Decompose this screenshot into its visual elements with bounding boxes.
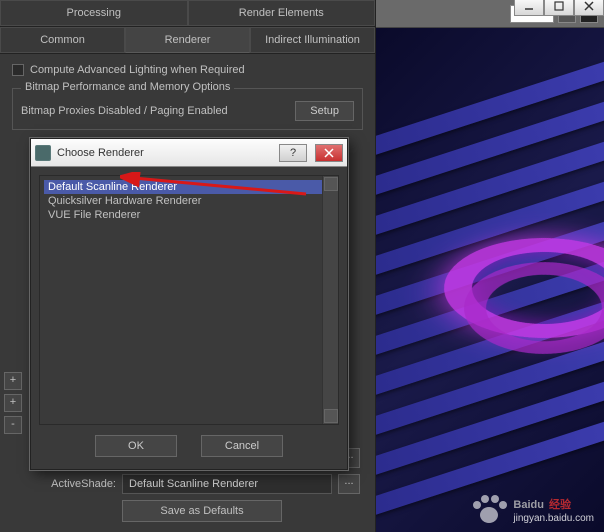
app-icon <box>35 145 51 161</box>
tab-render-elements[interactable]: Render Elements <box>188 0 376 26</box>
tab-indirect-illumination[interactable]: Indirect Illumination <box>250 27 375 53</box>
side-button-3[interactable]: - <box>4 416 22 434</box>
setup-button[interactable]: Setup <box>295 101 354 121</box>
listbox-scrollbar[interactable] <box>322 176 338 424</box>
side-button-1[interactable]: + <box>4 372 22 390</box>
minimize-button[interactable] <box>514 0 544 16</box>
ok-button[interactable]: OK <box>95 435 177 457</box>
choose-renderer-dialog: Choose Renderer ? Default Scanline Rende… <box>30 138 348 470</box>
renderer-listbox[interactable]: Default Scanline Renderer Quicksilver Ha… <box>39 175 339 425</box>
cancel-button[interactable]: Cancel <box>201 435 283 457</box>
activeshade-field[interactable]: Default Scanline Renderer <box>122 474 332 494</box>
help-button[interactable]: ? <box>279 144 307 162</box>
bitmap-status-text: Bitmap Proxies Disabled / Paging Enabled <box>21 105 228 117</box>
tabs-row-bottom: Common Renderer Indirect Illumination <box>0 27 375 54</box>
window-close-button[interactable] <box>574 0 604 16</box>
tab-common[interactable]: Common <box>0 27 125 53</box>
scroll-up-icon[interactable] <box>324 177 338 191</box>
compute-lighting-row: Compute Advanced Lighting when Required <box>12 60 363 80</box>
dialog-title: Choose Renderer <box>57 147 273 159</box>
window-controls <box>514 0 604 16</box>
watermark: Baidu 经验 jingyan.baidu.com <box>471 492 594 524</box>
activeshade-browse-button[interactable]: ... <box>338 474 360 494</box>
watermark-text: Baidu 经验 jingyan.baidu.com <box>513 492 594 524</box>
watermark-brand: Baidu 经验 <box>513 492 571 513</box>
scroll-down-icon[interactable] <box>324 409 338 423</box>
compute-lighting-checkbox[interactable] <box>12 64 24 76</box>
activeshade-row: ActiveShade: Default Scanline Renderer .… <box>30 474 360 494</box>
viewport-area: Baidu 经验 jingyan.baidu.com <box>376 0 604 532</box>
tab-processing[interactable]: Processing <box>0 0 188 26</box>
list-item-quicksilver[interactable]: Quicksilver Hardware Renderer <box>44 194 334 208</box>
rollout-side-buttons: + + - <box>4 372 22 434</box>
maximize-button[interactable] <box>544 0 574 16</box>
save-defaults-button[interactable]: Save as Defaults <box>122 500 282 522</box>
side-button-2[interactable]: + <box>4 394 22 412</box>
tab-renderer[interactable]: Renderer <box>125 27 250 53</box>
paw-icon <box>471 493 507 523</box>
list-item-vue[interactable]: VUE File Renderer <box>44 208 334 222</box>
rendered-image <box>376 28 604 532</box>
list-item-default-scanline[interactable]: Default Scanline Renderer <box>44 180 334 194</box>
content-area: Compute Advanced Lighting when Required … <box>0 54 375 136</box>
compute-lighting-label: Compute Advanced Lighting when Required <box>30 64 245 76</box>
dialog-titlebar[interactable]: Choose Renderer ? <box>31 139 347 167</box>
close-button[interactable] <box>315 144 343 162</box>
watermark-url: jingyan.baidu.com <box>513 513 594 524</box>
bitmap-group: Bitmap Performance and Memory Options Bi… <box>12 88 363 130</box>
tabs-row-top: Processing Render Elements <box>0 0 375 27</box>
svg-text:?: ? <box>290 148 296 158</box>
dialog-body: Default Scanline Renderer Quicksilver Ha… <box>31 167 347 469</box>
dialog-button-row: OK Cancel <box>39 425 339 461</box>
bitmap-group-title: Bitmap Performance and Memory Options <box>21 81 234 93</box>
bitmap-status-row: Bitmap Proxies Disabled / Paging Enabled… <box>21 101 354 121</box>
activeshade-label: ActiveShade: <box>30 478 116 490</box>
